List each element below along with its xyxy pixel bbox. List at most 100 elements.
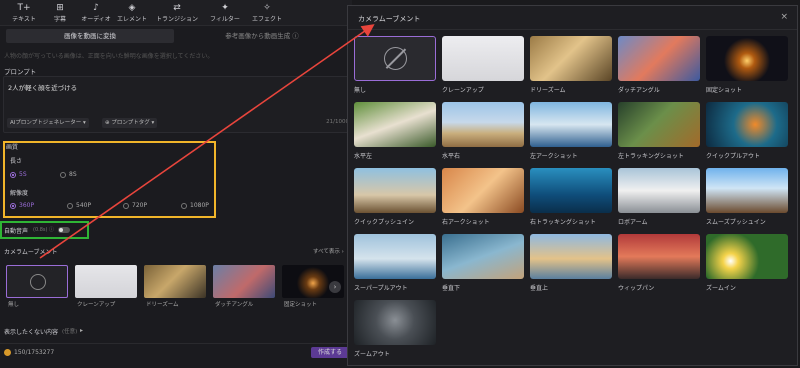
camera-option-dolly-zoom[interactable]: ドリーズーム	[530, 36, 612, 94]
camera-option-zoom-in[interactable]: ズームイン	[706, 234, 788, 292]
camera-thumb-dolly-zoom[interactable]	[144, 265, 206, 298]
camera-option-zoom-out[interactable]: ズームアウト	[354, 300, 436, 358]
camera-option-label: 固定ショット	[706, 87, 743, 94]
camera-option-label: ドリーズーム	[530, 87, 566, 94]
show-all-link[interactable]: すべて表示 ›	[313, 247, 344, 255]
camera-option-label: 右トラッキングショット	[530, 219, 596, 226]
negative-note: (任意)	[62, 329, 78, 335]
camera-thumb-label: ドリーズーム	[146, 302, 179, 308]
camera-thumb-label: 固定ショット	[284, 302, 318, 308]
subtitle-icon: ⊞	[56, 3, 64, 13]
camera-option-thumbnail	[618, 36, 700, 81]
camera-option-thumbnail	[442, 102, 524, 147]
camera-option-super-pull-out[interactable]: スーパープルアウト	[354, 234, 436, 292]
camera-option-pan-left[interactable]: 水平左	[354, 102, 436, 160]
camera-option-thumbnail	[530, 234, 612, 279]
left-panel: T+ テキスト ⊞ 字幕 ♪ オーディオ ◈ エレメント ⇄ トランジション ✦ フィルター…	[0, 0, 352, 368]
camera-option-label: スーパープルアウト	[354, 285, 408, 292]
tab-reference-to-video[interactable]: 参考画像から動画生成 ⓘ	[178, 29, 346, 43]
camera-option-label: 水平右	[442, 153, 461, 160]
camera-option-thumbnail	[618, 234, 700, 279]
camera-option-whip-pan[interactable]: ウィップパン	[618, 234, 700, 292]
toolbar: T+ テキスト ⊞ 字幕 ♪ オーディオ ◈ エレメント ⇄ トランジション ✦ フィルター…	[0, 0, 352, 26]
toolbar-effect[interactable]: ✧ エフェクト	[246, 3, 288, 23]
camera-option-pan-right[interactable]: 水平右	[442, 102, 524, 160]
face-note: 人物の顔が写っている画像は、正面を向いた鮮明な画像を選択してください。	[4, 53, 214, 60]
negative-expand-icon[interactable]: ▸	[80, 327, 83, 334]
camera-option-label: 左アークショット	[530, 153, 578, 160]
prompt-counter: 21/1000	[326, 119, 349, 125]
camera-option-label: ウィップパン	[618, 285, 655, 292]
camera-option-thumbnail	[618, 168, 700, 213]
toolbar-label: エフェクト	[251, 16, 282, 23]
camera-option-fixed-shot[interactable]: 固定ショット	[706, 36, 788, 94]
camera-option-label: 垂直上	[530, 285, 549, 292]
quality-highlight-box	[3, 141, 216, 218]
camera-option-thumbnail	[354, 300, 436, 345]
negative-label: 表示したくない内容	[4, 329, 59, 336]
divider	[0, 343, 352, 344]
toolbar-label: フィルター	[210, 16, 240, 23]
generate-button[interactable]: 作成する	[311, 347, 349, 358]
camera-option-none[interactable]: 無し	[354, 36, 436, 94]
close-icon[interactable]: ×	[780, 12, 788, 22]
camera-option-label: ズームイン	[706, 285, 736, 292]
camera-option-label: スムーズプッシュイン	[706, 219, 766, 226]
camera-option-thumbnail	[354, 102, 436, 147]
none-icon	[30, 274, 46, 290]
toolbar-element[interactable]: ◈ エレメント	[114, 3, 150, 23]
camera-option-thumbnail	[530, 36, 612, 81]
coin-icon	[4, 349, 11, 356]
camera-option-left-arc-shot[interactable]: 左アークショット	[530, 102, 612, 160]
prompt-generator-dropdown[interactable]: AIプロンプトジェネレーター ▾	[7, 118, 89, 128]
camera-option-label: ロボアーム	[618, 219, 648, 226]
tab-image-to-video[interactable]: 画像を動画に変換	[6, 29, 174, 43]
camera-option-label: 右アークショット	[442, 219, 490, 226]
camera-option-label: 左トラッキングショット	[618, 153, 684, 160]
camera-option-label: 無し	[354, 87, 367, 94]
camera-option-right-arc-shot[interactable]: 右アークショット	[442, 168, 524, 226]
camera-thumb-none[interactable]	[6, 265, 68, 298]
camera-option-thumbnail	[706, 168, 788, 213]
camera-option-thumbnail	[442, 36, 524, 81]
camera-option-left-tracking-shot[interactable]: 左トラッキングショット	[618, 102, 700, 160]
audio-icon: ♪	[93, 3, 99, 13]
camera-option-quick-push-in[interactable]: クイックプッシュイン	[354, 168, 436, 226]
camera-option-label: 垂直下	[442, 285, 461, 292]
camera-thumb-dutch-angle[interactable]	[213, 265, 275, 298]
auto-audio-highlight-box	[0, 221, 89, 239]
toolbar-transition[interactable]: ⇄ トランジション	[150, 3, 204, 23]
strip-next-button[interactable]: ›	[329, 281, 341, 293]
none-icon	[384, 47, 407, 70]
toolbar-label: トランジション	[155, 16, 198, 23]
camera-option-label: クイックプッシュイン	[354, 219, 415, 226]
modal-header: カメラムーブメント ×	[348, 6, 797, 30]
toolbar-audio[interactable]: ♪ オーディオ	[78, 3, 114, 23]
camera-option-thumbnail	[530, 102, 612, 147]
camera-option-robo-arm[interactable]: ロボアーム	[618, 168, 700, 226]
camera-thumb-label: ダッチアングル	[215, 302, 254, 308]
camera-option-thumbnail	[706, 102, 788, 147]
camera-option-quick-pull-out[interactable]: クイックプルアウト	[706, 102, 788, 160]
prompt-tag-dropdown[interactable]: ⊕ プロンプトタグ ▾	[102, 118, 158, 128]
camera-option-label: ダッチアングル	[618, 87, 660, 94]
toolbar-subtitle[interactable]: ⊞ 字幕	[42, 3, 78, 23]
camera-option-tilt-down[interactable]: 垂直下	[442, 234, 524, 292]
camera-movement-modal: カメラムーブメント × 無し クレーンアップ ドリーズーム ダッチアングル 固定ショット…	[347, 5, 798, 366]
camera-option-crane-up[interactable]: クレーンアップ	[442, 36, 524, 94]
camera-option-label: クレーンアップ	[442, 87, 484, 94]
toolbar-text[interactable]: T+ テキスト	[6, 3, 42, 23]
filter-icon: ✦	[221, 3, 229, 13]
modal-title: カメラムーブメント	[358, 15, 421, 23]
camera-option-thumbnail	[442, 168, 524, 213]
camera-option-right-tracking-shot[interactable]: 右トラッキングショット	[530, 168, 612, 226]
prompt-label: プロンプト	[4, 68, 37, 76]
toolbar-filter[interactable]: ✦ フィルター	[204, 3, 246, 23]
camera-thumb-crane-up[interactable]	[75, 265, 137, 298]
camera-option-smooth-push-in[interactable]: スムーズプッシュイン	[706, 168, 788, 226]
camera-option-label: ズームアウト	[354, 351, 390, 358]
element-icon: ◈	[128, 3, 136, 13]
camera-option-dutch-angle[interactable]: ダッチアングル	[618, 36, 700, 94]
camera-option-thumbnail	[354, 234, 436, 279]
camera-option-tilt-up[interactable]: 垂直上	[530, 234, 612, 292]
